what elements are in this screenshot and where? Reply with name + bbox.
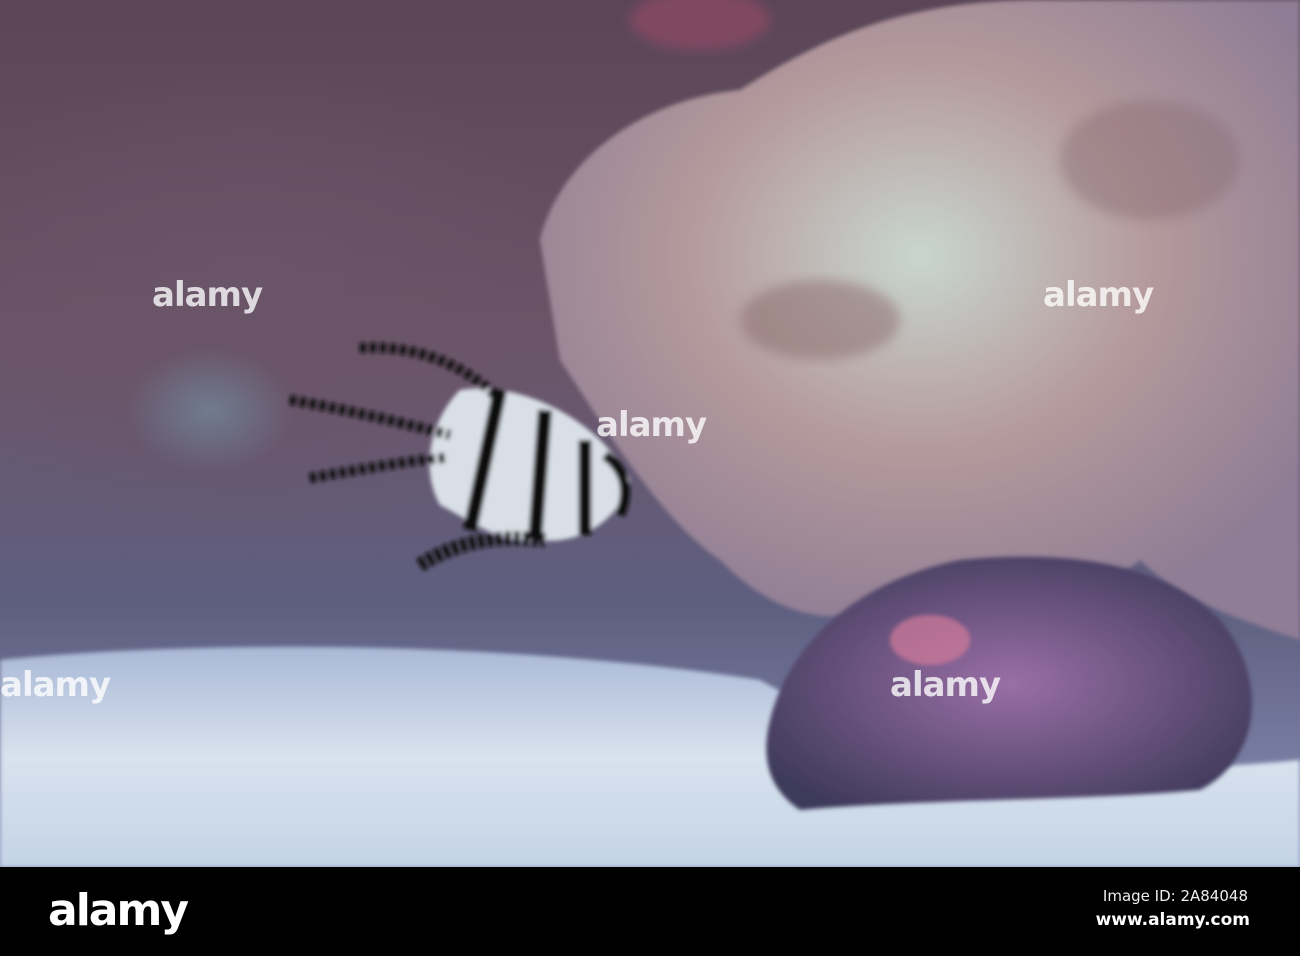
coral-rock	[540, 0, 1300, 640]
watermark: alamy	[1043, 275, 1154, 315]
watermark: alamy	[890, 665, 1001, 705]
watermark: alamy	[152, 275, 263, 315]
site-url: www.alamy.com	[1095, 910, 1250, 930]
pink-coral	[890, 615, 970, 665]
footer-bar: alamy Image ID: 2A84048 www.alamy.com	[0, 867, 1300, 956]
pink-coral	[630, 0, 770, 50]
watermark: alamy	[596, 405, 707, 445]
rock-shadow	[740, 280, 900, 360]
rock-shadow	[1060, 100, 1240, 220]
photo: alamy alamy alamy alamy alamy	[0, 0, 1300, 867]
alamy-logo: alamy	[48, 885, 189, 936]
watermark: alamy	[0, 665, 111, 705]
image-id: Image ID: 2A84048	[1102, 887, 1248, 905]
